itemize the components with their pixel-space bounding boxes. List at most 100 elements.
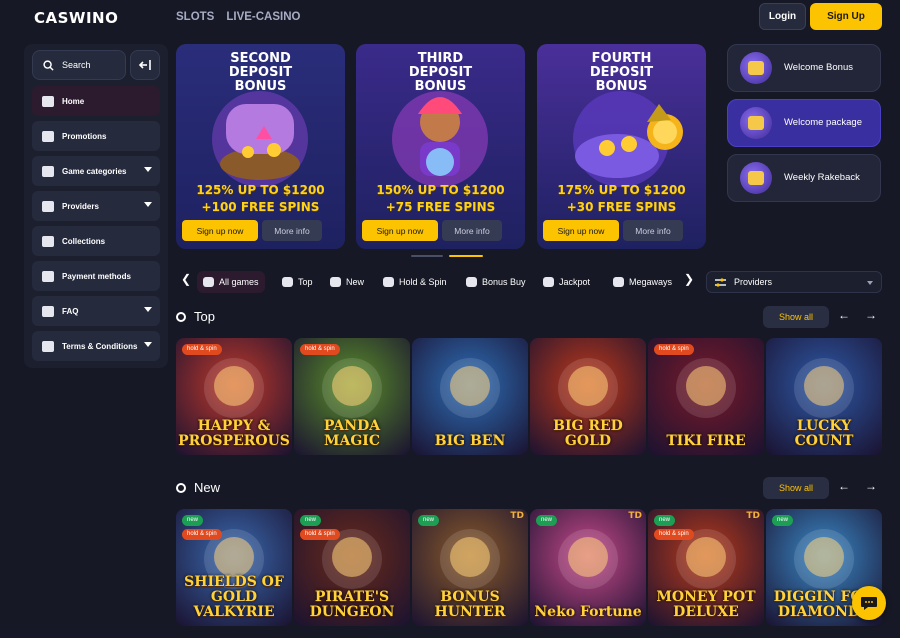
login-button[interactable]: Login: [759, 3, 806, 30]
filter-chip-label: Bonus Buy: [482, 277, 526, 287]
collapse-sidebar-button[interactable]: [130, 50, 160, 80]
more-info-button[interactable]: More info: [442, 220, 502, 241]
promo-title: FOURTH DEPOSIT BONUS: [589, 51, 654, 94]
carousel-dot[interactable]: [411, 255, 443, 257]
sidebar-item-home[interactable]: Home: [32, 86, 160, 116]
search-input[interactable]: Search: [32, 50, 126, 80]
section-title: New: [176, 480, 220, 495]
promo-card[interactable]: THIRD DEPOSIT BONUS 150% UP TO $1200 +75 F…: [356, 44, 525, 249]
bonus-button-label: Weekly Rakeback: [784, 172, 860, 183]
game-tile[interactable]: BIG RED GOLD: [530, 338, 646, 455]
coin-icon: [740, 107, 772, 139]
filter-chip[interactable]: Megaways: [607, 271, 678, 293]
game-tile[interactable]: new TD Neko Fortune: [530, 509, 646, 626]
sign-up-now-button[interactable]: Sign up now: [543, 220, 619, 241]
td-badge: TD: [510, 511, 524, 521]
filter-chip[interactable]: Jackpot: [537, 271, 596, 293]
filter-chip[interactable]: New: [324, 271, 370, 293]
game-title: LUCKY COUNT: [794, 418, 854, 449]
game-title: SHIELDS OF GOLD VALKYRIE: [184, 574, 284, 620]
site-logo[interactable]: CASWINO: [34, 9, 118, 27]
filter-chip[interactable]: Hold & Spin: [377, 271, 453, 293]
game-tile[interactable]: hold & spin PANDA MAGIC: [294, 338, 410, 455]
new-badge: new: [654, 515, 676, 526]
collapse-icon: [138, 60, 151, 70]
carousel-dot-active[interactable]: [449, 255, 483, 257]
game-title: BIG RED GOLD: [553, 418, 623, 449]
game-title: MONEY POT DELUXE: [656, 589, 756, 620]
search-icon: [43, 59, 54, 71]
next-arrow-icon[interactable]: →: [865, 308, 877, 322]
game-title: BONUS HUNTER: [434, 589, 506, 620]
filter-chip-label: Megaways: [629, 277, 673, 287]
promo-offer: 175% UP TO $1200 +30 FREE SPINS: [537, 182, 706, 216]
game-title: HAPPY & PROSPEROUS: [178, 418, 290, 449]
more-info-button[interactable]: More info: [623, 220, 683, 241]
more-info-button[interactable]: More info: [262, 220, 322, 241]
game-tile[interactable]: new TD BONUS HUNTER: [412, 509, 528, 626]
sidebar-item-label: FAQ: [62, 306, 79, 316]
promo-offer-line: +30 FREE SPINS: [566, 200, 677, 214]
bonus-buy-icon: [466, 277, 477, 287]
game-title: Neko Fortune: [534, 604, 642, 620]
hold-spin-badge: hold & spin: [654, 529, 694, 540]
nav-slots[interactable]: SLOTS: [176, 11, 214, 23]
promo-card[interactable]: SECOND DEPOSIT BONUS 125% UP TO $1200 +100…: [176, 44, 345, 249]
sidebar-item-promotions[interactable]: Promotions: [32, 121, 160, 151]
next-arrow-icon[interactable]: →: [865, 479, 877, 493]
game-tile[interactable]: hold & spin TIKI FIRE: [648, 338, 764, 455]
filter-prev-arrow[interactable]: ❮: [181, 272, 191, 286]
sign-up-now-button[interactable]: Sign up now: [362, 220, 438, 241]
bonus-button[interactable]: Weekly Rakeback: [727, 154, 881, 202]
gift-icon: [42, 130, 54, 142]
sidebar-item-providers[interactable]: Providers: [32, 191, 160, 221]
hold-spin-badge: hold & spin: [300, 529, 340, 540]
sidebar-item-payment-methods[interactable]: Payment methods: [32, 261, 160, 291]
bonus-button[interactable]: Welcome package: [727, 99, 881, 147]
sidebar-item-faq[interactable]: FAQ: [32, 296, 160, 326]
providers-dropdown[interactable]: Providers: [706, 271, 882, 293]
new-badge: new: [300, 515, 322, 526]
game-tile[interactable]: new hold & spin SHIELDS OF GOLD VALKYRIE: [176, 509, 292, 626]
game-tile[interactable]: new hold & spin PIRATE'S DUNGEON: [294, 509, 410, 626]
cards-icon: [42, 165, 54, 177]
hold-spin-badge: hold & spin: [300, 344, 340, 355]
hold-spin-icon: [383, 277, 394, 287]
show-all-button[interactable]: Show all: [763, 477, 829, 499]
game-tile[interactable]: BIG BEN: [412, 338, 528, 455]
show-all-button[interactable]: Show all: [763, 306, 829, 328]
game-tile[interactable]: hold & spin HAPPY & PROSPEROUS: [176, 338, 292, 455]
section-title: Top: [176, 309, 215, 324]
sidebar-item-game-categories[interactable]: Game categories: [32, 156, 160, 186]
bonus-button[interactable]: Welcome Bonus: [727, 44, 881, 92]
filter-next-arrow[interactable]: ❯: [684, 272, 694, 286]
bonus-button-label: Welcome Bonus: [784, 62, 853, 73]
sidebar-item-label: Promotions: [62, 131, 107, 141]
filter-chip[interactable]: Bonus Buy: [460, 271, 532, 293]
top-icon: [282, 277, 293, 287]
sign-up-now-button[interactable]: Sign up now: [182, 220, 258, 241]
game-tile[interactable]: new hold & spin TD MONEY POT DELUXE: [648, 509, 764, 626]
signup-button[interactable]: Sign Up: [810, 3, 882, 30]
sidebar-item-label: Payment methods: [62, 271, 131, 281]
gift-icon: [740, 52, 772, 84]
promo-card[interactable]: FOURTH DEPOSIT BONUS 175% UP TO $1200 +30 …: [537, 44, 706, 249]
bonus-button-label: Welcome package: [784, 117, 862, 128]
chevron-down-icon: [144, 342, 152, 347]
sidebar-item-collections[interactable]: Collections: [32, 226, 160, 256]
sidebar-item-label: Collections: [62, 236, 106, 246]
top-icon: [176, 311, 186, 322]
new-badge: new: [536, 515, 558, 526]
chat-button[interactable]: [852, 586, 886, 620]
prev-arrow-icon[interactable]: ←: [838, 308, 850, 322]
card-icon: [42, 270, 54, 282]
game-tile[interactable]: LUCKY COUNT: [766, 338, 882, 455]
prev-arrow-icon[interactable]: ←: [838, 479, 850, 493]
nav-live-casino[interactable]: LIVE-CASINO: [226, 11, 300, 23]
providers-icon: [42, 200, 54, 212]
new-icon: [330, 277, 341, 287]
promo-title: THIRD DEPOSIT BONUS: [408, 51, 473, 94]
sidebar-item-terms-conditions[interactable]: Terms & Conditions: [32, 331, 160, 361]
filter-chip[interactable]: Top: [276, 271, 319, 293]
filter-chip[interactable]: All games: [197, 271, 265, 293]
